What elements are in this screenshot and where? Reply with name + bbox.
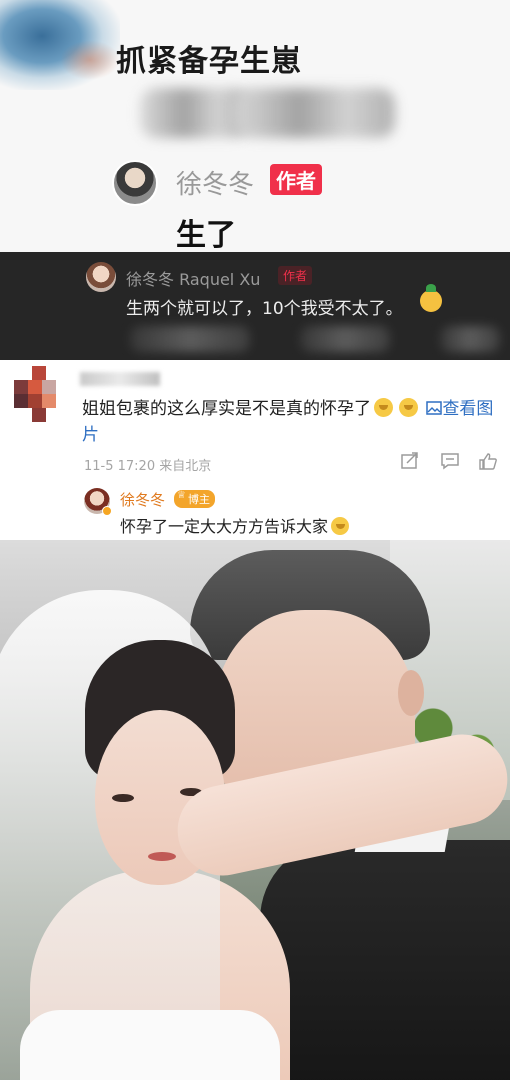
author-badge: 作者 (270, 164, 322, 195)
share-icon[interactable] (400, 452, 420, 470)
author-name[interactable]: 徐冬冬 Raquel Xu (126, 266, 260, 290)
comment-body: 姐姐包裹的这么厚实是不是真的怀孕了 (82, 399, 371, 419)
bride-eye (112, 794, 134, 802)
comment-icon[interactable] (440, 452, 460, 470)
shy-emoji-icon (399, 398, 418, 417)
blurred-username (80, 372, 160, 386)
author-badge: 作者 (278, 266, 313, 285)
bride-lips (148, 852, 176, 861)
wedding-photo (0, 540, 510, 1080)
blurred-text (300, 326, 390, 352)
picture-icon (426, 401, 443, 415)
groom-ear (398, 670, 424, 716)
reply-text: 怀孕了一定大大方方告诉大家 (120, 513, 352, 537)
avatar[interactable] (112, 160, 158, 206)
decorative-brush-stroke (60, 40, 120, 80)
reply-text: 生两个就可以了，10个我受不太了。 (126, 299, 403, 319)
comment-panel-light: 抓紧备孕生崽 徐冬冬 作者 生了 (0, 0, 510, 252)
reply-author-name[interactable]: 徐冬冬 (120, 489, 165, 510)
blurred-text (440, 326, 500, 352)
comment-meta: 11-5 17:20 来自北京 (84, 459, 212, 474)
avatar[interactable] (86, 262, 116, 292)
reply-body: 怀孕了一定大大方方告诉大家 (120, 517, 329, 536)
like-icon[interactable] (478, 452, 498, 470)
weibo-comment: 姐姐包裹的这么厚实是不是真的怀孕了 查看图片 11-5 17:20 来自北京 徐… (0, 360, 510, 540)
reply-text: 生了 (176, 218, 236, 252)
verified-badge-icon (102, 506, 112, 516)
shy-emoji-icon (374, 398, 393, 417)
author-name[interactable]: 徐冬冬 (176, 164, 254, 201)
comment-text: 姐姐包裹的这么厚实是不是真的怀孕了 查看图片 (82, 396, 502, 448)
blurred-text (140, 88, 250, 138)
blurred-text (235, 88, 395, 138)
grin-emoji-icon (331, 517, 350, 535)
groom-suit (260, 840, 510, 1080)
comment-text: 抓紧备孕生崽 (116, 44, 302, 79)
blurred-text (130, 326, 250, 352)
bride-dress (20, 1010, 280, 1080)
peach-emoji-icon (420, 284, 442, 312)
comment-panel-dark: 徐冬冬 Raquel Xu 作者 生两个就可以了，10个我受不太了。 (0, 252, 510, 360)
blogger-badge: 博主 (174, 490, 215, 508)
pixelated-avatar[interactable] (14, 366, 66, 422)
